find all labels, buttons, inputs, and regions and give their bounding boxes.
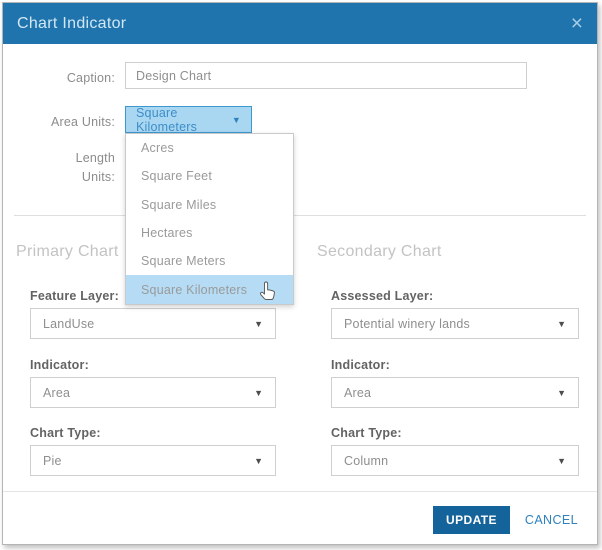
dropdown-option-hectares[interactable]: Hectares [126,219,293,247]
chevron-down-icon: ▼ [254,319,263,329]
dropdown-option-square-miles[interactable]: Square Miles [126,191,293,219]
assessed-layer-label: Assessed Layer: [331,289,433,303]
chart-indicator-dialog: Chart Indicator × Caption: Area Units: S… [2,2,598,545]
section-divider [14,215,586,216]
area-units-dropdown-list: Acres Square Feet Square Miles Hectares … [125,133,294,305]
length-units-label-line1: Length [3,149,115,168]
caption-input[interactable] [125,62,527,89]
secondary-indicator-label: Indicator: [331,358,390,372]
assessed-layer-select[interactable]: Potential winery lands ▼ [331,308,579,339]
dropdown-option-square-kilometers[interactable]: Square Kilometers [126,275,293,303]
secondary-chart-type-label: Chart Type: [331,426,402,440]
primary-indicator-value: Area [43,386,70,400]
length-units-label: Length Units: [3,149,115,187]
dropdown-option-square-meters[interactable]: Square Meters [126,247,293,275]
primary-chart-type-select[interactable]: Pie ▼ [30,445,276,476]
secondary-chart-type-value: Column [344,454,388,468]
area-units-value: Square Kilometers [136,106,232,134]
area-units-dropdown[interactable]: Square Kilometers ▼ [125,106,252,133]
footer-divider [3,491,597,492]
feature-layer-label: Feature Layer: [30,289,119,303]
primary-chart-type-value: Pie [43,454,62,468]
chevron-down-icon: ▼ [557,319,566,329]
primary-chart-type-label: Chart Type: [30,426,101,440]
secondary-indicator-select[interactable]: Area ▼ [331,377,579,408]
primary-indicator-label: Indicator: [30,358,89,372]
close-icon[interactable]: × [571,13,583,34]
chevron-down-icon: ▼ [557,388,566,398]
primary-chart-heading: Primary Chart [16,243,119,261]
feature-layer-select[interactable]: LandUse ▼ [30,308,276,339]
dialog-header: Chart Indicator × [3,3,597,44]
area-units-label: Area Units: [3,113,115,132]
dropdown-option-acres[interactable]: Acres [126,134,293,162]
dropdown-option-square-feet[interactable]: Square Feet [126,162,293,190]
secondary-chart-type-select[interactable]: Column ▼ [331,445,579,476]
chevron-down-icon: ▼ [254,388,263,398]
length-units-label-line2: Units: [3,168,115,187]
assessed-layer-value: Potential winery lands [344,317,470,331]
dialog-title: Chart Indicator [17,15,126,33]
chevron-down-icon: ▼ [254,456,263,466]
hand-cursor-icon [258,280,279,304]
dropdown-option-label: Square Kilometers [141,283,247,297]
update-button[interactable]: UPDATE [433,506,510,534]
secondary-chart-heading: Secondary Chart [317,243,442,261]
secondary-indicator-value: Area [344,386,371,400]
feature-layer-value: LandUse [43,317,94,331]
cancel-button[interactable]: CANCEL [525,513,578,527]
caption-label: Caption: [3,69,115,88]
chevron-down-icon: ▼ [557,456,566,466]
chevron-down-icon: ▼ [232,115,241,125]
footer-actions: UPDATE CANCEL [433,506,578,534]
primary-indicator-select[interactable]: Area ▼ [30,377,276,408]
